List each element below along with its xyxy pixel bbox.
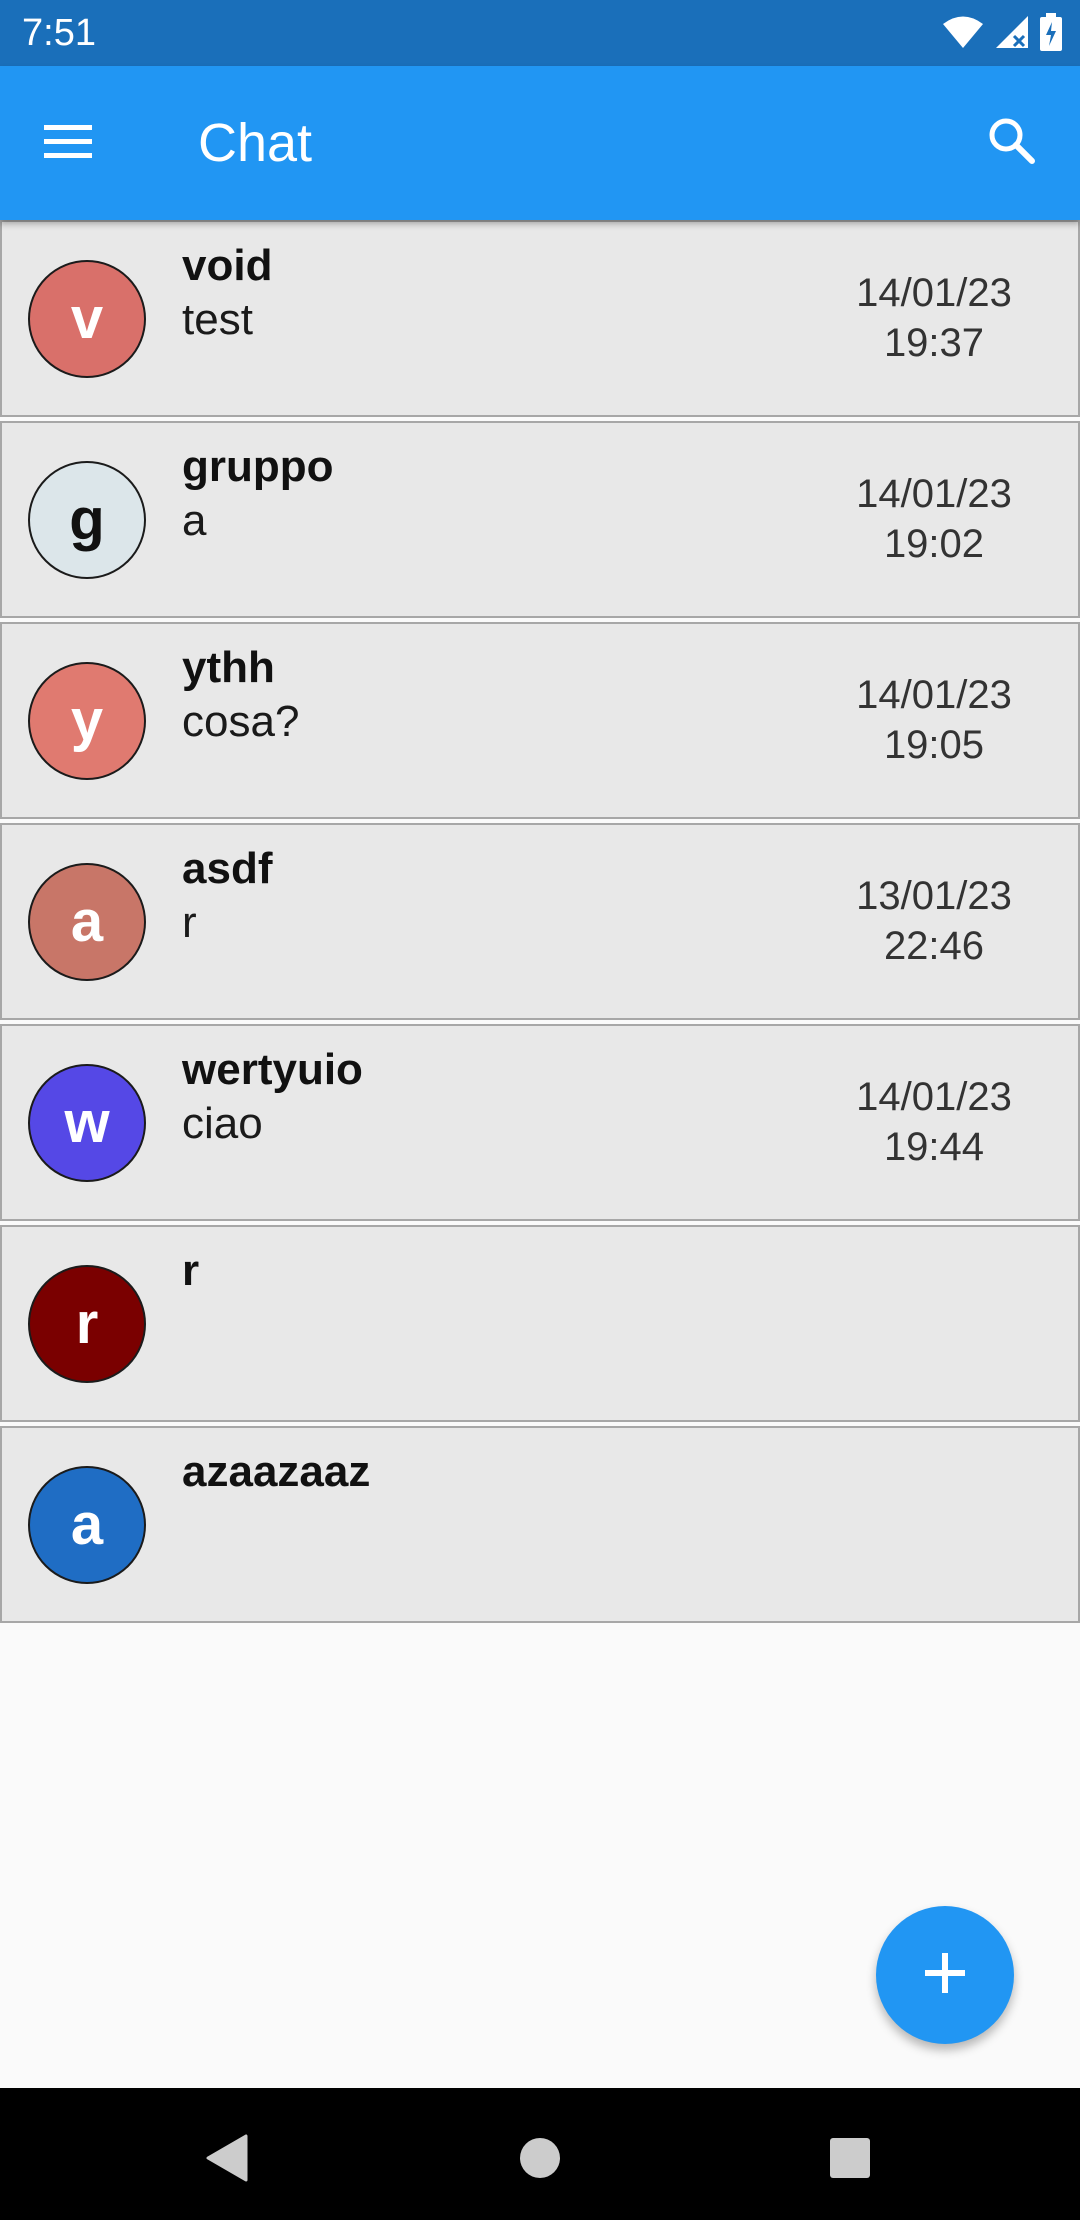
chat-list: v void test 14/01/23 19:37 g gruppo a 14… <box>0 220 1080 1627</box>
search-button[interactable] <box>980 111 1044 175</box>
avatar: a <box>28 1466 146 1584</box>
avatar: r <box>28 1265 146 1383</box>
chat-last-message: a <box>182 496 207 545</box>
avatar: y <box>28 662 146 780</box>
chat-name: wertyuio <box>182 1045 363 1094</box>
status-time: 7:51 <box>22 12 96 54</box>
chat-date: 14/01/23 <box>856 1075 1012 1119</box>
chat-item[interactable]: a asdf r 13/01/23 22:46 <box>0 823 1080 1020</box>
chat-item[interactable]: w wertyuio ciao 14/01/23 19:44 <box>0 1024 1080 1221</box>
hamburger-menu-icon <box>42 121 94 166</box>
home-button[interactable] <box>500 2120 580 2200</box>
chat-timestamp: 14/01/23 19:02 <box>834 469 1034 569</box>
chat-timestamp: 14/01/23 19:44 <box>834 1072 1034 1172</box>
search-icon <box>986 115 1038 172</box>
chat-name: void <box>182 241 273 290</box>
chat-date: 14/01/23 <box>856 271 1012 315</box>
chat-timestamp: 14/01/23 19:05 <box>834 670 1034 770</box>
cellular-signal-icon <box>994 14 1030 55</box>
chat-last-message: r <box>182 898 197 947</box>
recents-square-icon <box>829 2137 871 2184</box>
page-title: Chat <box>198 113 313 173</box>
chat-time: 19:44 <box>883 1125 985 1169</box>
chat-item[interactable]: r r <box>0 1225 1080 1422</box>
chat-item[interactable]: a azaazaaz <box>0 1426 1080 1623</box>
chat-last-message: cosa? <box>182 697 300 746</box>
avatar: g <box>28 461 146 579</box>
chat-time: 19:05 <box>883 723 985 767</box>
menu-button[interactable] <box>36 111 100 175</box>
new-chat-fab[interactable] <box>876 1906 1014 2044</box>
app-bar: Chat <box>0 66 1080 220</box>
back-triangle-icon <box>204 2134 248 2187</box>
chat-name: azaazaaz <box>182 1447 371 1496</box>
chat-time: 19:02 <box>883 522 985 566</box>
chat-item[interactable]: v void test 14/01/23 19:37 <box>0 220 1080 417</box>
recents-button[interactable] <box>810 2120 890 2200</box>
chat-name: asdf <box>182 844 273 893</box>
back-button[interactable] <box>186 2120 266 2200</box>
chat-item[interactable]: y ythh cosa? 14/01/23 19:05 <box>0 622 1080 819</box>
status-icons <box>942 12 1062 56</box>
chat-time: 22:46 <box>883 924 985 968</box>
chat-name: gruppo <box>182 442 334 491</box>
chat-time: 19:37 <box>883 321 985 365</box>
chat-timestamp: 14/01/23 19:37 <box>834 268 1034 368</box>
battery-charging-icon <box>1040 12 1062 56</box>
chat-date: 14/01/23 <box>856 673 1012 717</box>
status-bar: 7:51 <box>0 0 1080 66</box>
chat-name: ythh <box>182 643 275 692</box>
wifi-icon <box>942 15 984 54</box>
chat-timestamp: 13/01/23 22:46 <box>834 871 1034 971</box>
avatar: a <box>28 863 146 981</box>
plus-icon <box>923 1951 967 2000</box>
chat-last-message: test <box>182 295 253 344</box>
chat-date: 14/01/23 <box>856 472 1012 516</box>
navigation-bar <box>0 2088 1080 2220</box>
chat-date: 13/01/23 <box>856 874 1012 918</box>
chat-last-message: ciao <box>182 1099 263 1148</box>
avatar: v <box>28 260 146 378</box>
home-circle-icon <box>519 2137 561 2184</box>
avatar: w <box>28 1064 146 1182</box>
chat-name: r <box>182 1246 200 1295</box>
chat-item[interactable]: g gruppo a 14/01/23 19:02 <box>0 421 1080 618</box>
